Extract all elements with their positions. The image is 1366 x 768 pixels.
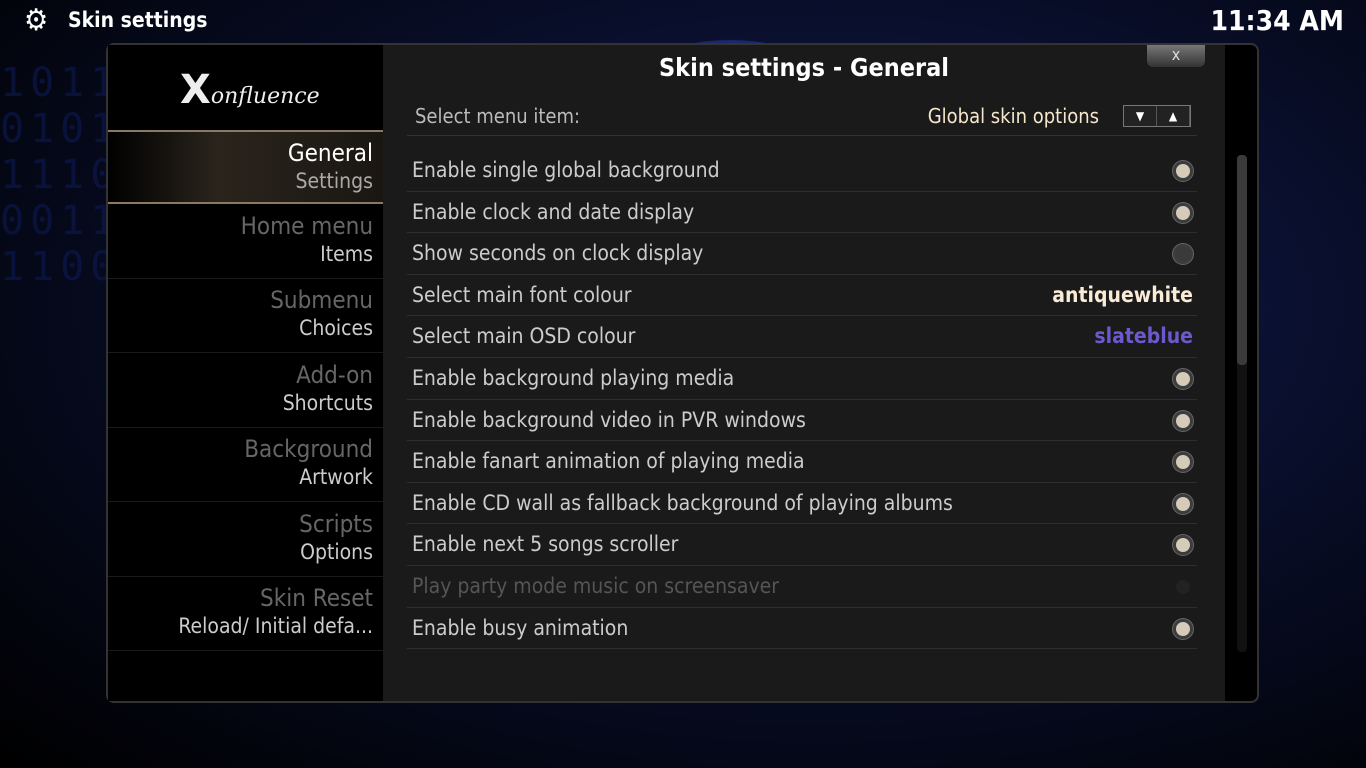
setting-row[interactable]: Enable clock and date display <box>407 192 1197 234</box>
radio-toggle-icon[interactable] <box>1173 202 1193 223</box>
xonfluence-logo: Xonfluence <box>180 67 320 113</box>
radio-toggle-icon[interactable] <box>1173 535 1193 556</box>
sidebar-item-submenu[interactable]: Submenu Choices <box>108 279 383 353</box>
sidebar-item-title: Home menu <box>240 211 373 240</box>
setting-label: Play party mode music on screensaver <box>412 574 780 598</box>
spin-control: ▼ ▲ <box>1123 105 1191 127</box>
sidebar-item-add-on[interactable]: Add-on Shortcuts <box>108 354 383 428</box>
setting-row[interactable]: Show seconds on clock display <box>407 233 1197 275</box>
setting-label: Enable background playing media <box>412 366 735 390</box>
setting-row[interactable]: Enable background video in PVR windows <box>407 400 1197 442</box>
sidebar-item-title: General <box>287 139 373 167</box>
sidebar-item-subtitle: Reload/ Initial defa... <box>178 614 373 638</box>
setting-row[interactable]: Select main OSD colour slateblue <box>407 316 1197 358</box>
setting-row[interactable]: Enable fanart animation of playing media <box>407 441 1197 483</box>
sidebar-item-subtitle: Artwork <box>299 465 373 489</box>
radio-toggle-icon[interactable] <box>1173 161 1193 181</box>
sidebar-item-subtitle: Shortcuts <box>282 390 373 415</box>
setting-label: Enable background video in PVR windows <box>412 407 806 432</box>
sidebar-item-title: Add-on <box>296 360 373 389</box>
setting-label: Show seconds on clock display <box>412 241 704 266</box>
select-menu-label: Select menu item: <box>415 104 581 128</box>
sidebar-item-subtitle: Settings <box>295 169 374 193</box>
select-menu-value: Global skin options <box>927 104 1099 128</box>
sidebar-item-general[interactable]: General Settings <box>108 130 383 204</box>
sidebar-item-title: Submenu <box>270 286 373 314</box>
arrow-up-icon[interactable]: ▲ <box>1157 106 1190 126</box>
settings-panel: Skin settings - General x Select menu it… <box>383 45 1225 701</box>
top-bar: ⚙ Skin settings 11:34 AM <box>0 0 1366 44</box>
setting-label: Enable busy animation <box>412 615 629 640</box>
setting-label: Select main OSD colour <box>412 324 636 349</box>
sidebar: Xonfluence General Settings Home menu Items… <box>108 45 383 701</box>
sidebar-item-home-menu[interactable]: Home menu Items <box>108 205 383 279</box>
sidebar-item-skin-reset[interactable]: Skin Reset Reload/ Initial defa... <box>108 577 383 651</box>
scrollbar[interactable] <box>1237 155 1247 652</box>
setting-row[interactable]: Enable next 5 songs scroller <box>407 524 1197 566</box>
gear-icon: ⚙ <box>24 3 49 38</box>
setting-row: Play party mode music on screensaver <box>407 566 1197 608</box>
sidebar-item-subtitle: Choices <box>299 316 373 340</box>
radio-toggle-icon[interactable] <box>1173 369 1193 389</box>
radio-toggle-icon[interactable] <box>1173 577 1193 597</box>
select-menu-item[interactable]: Select menu item: Global skin options ▼ … <box>407 102 1197 136</box>
sidebar-item-subtitle: Options <box>300 539 373 564</box>
arrow-down-icon[interactable]: ▼ <box>1124 106 1157 126</box>
setting-label: Enable fanart animation of playing media <box>412 449 805 474</box>
setting-row[interactable]: Enable CD wall as fallback background of… <box>407 483 1197 525</box>
setting-value: antiquewhite <box>1052 282 1193 307</box>
setting-row[interactable]: Select main font colour antiquewhite <box>407 275 1197 317</box>
setting-label: Enable clock and date display <box>412 199 695 224</box>
clock: 11:34 AM <box>1210 4 1344 37</box>
radio-toggle-icon[interactable] <box>1173 410 1193 431</box>
radio-toggle-icon[interactable] <box>1173 244 1193 265</box>
radio-toggle-icon[interactable] <box>1173 452 1193 473</box>
radio-toggle-icon[interactable] <box>1173 618 1193 639</box>
sidebar-item-background[interactable]: Background Artwork <box>108 428 383 502</box>
sidebar-item-scripts[interactable]: Scripts Options <box>108 503 383 577</box>
setting-row[interactable]: Enable busy animation <box>407 608 1197 650</box>
setting-row[interactable]: Enable background playing media <box>407 358 1197 400</box>
setting-label: Select main font colour <box>412 282 632 307</box>
radio-toggle-icon[interactable] <box>1173 493 1193 514</box>
setting-label: Enable single global background <box>412 158 720 182</box>
setting-row[interactable]: Enable single global background <box>407 150 1197 192</box>
scrollbar-thumb[interactable] <box>1237 155 1247 365</box>
sidebar-item-subtitle: Items <box>320 241 373 266</box>
setting-label: Enable CD wall as fallback background of… <box>412 490 953 515</box>
close-button[interactable]: x <box>1147 45 1205 67</box>
sidebar-item-title: Scripts <box>299 509 373 538</box>
dialog-title: Skin settings - General <box>658 53 949 82</box>
sidebar-item-title: Background <box>244 435 373 463</box>
window-title: Skin settings <box>68 8 208 32</box>
setting-label: Enable next 5 songs scroller <box>412 532 679 557</box>
setting-value: slateblue <box>1094 324 1193 349</box>
sidebar-item-title: Skin Reset <box>260 584 373 612</box>
